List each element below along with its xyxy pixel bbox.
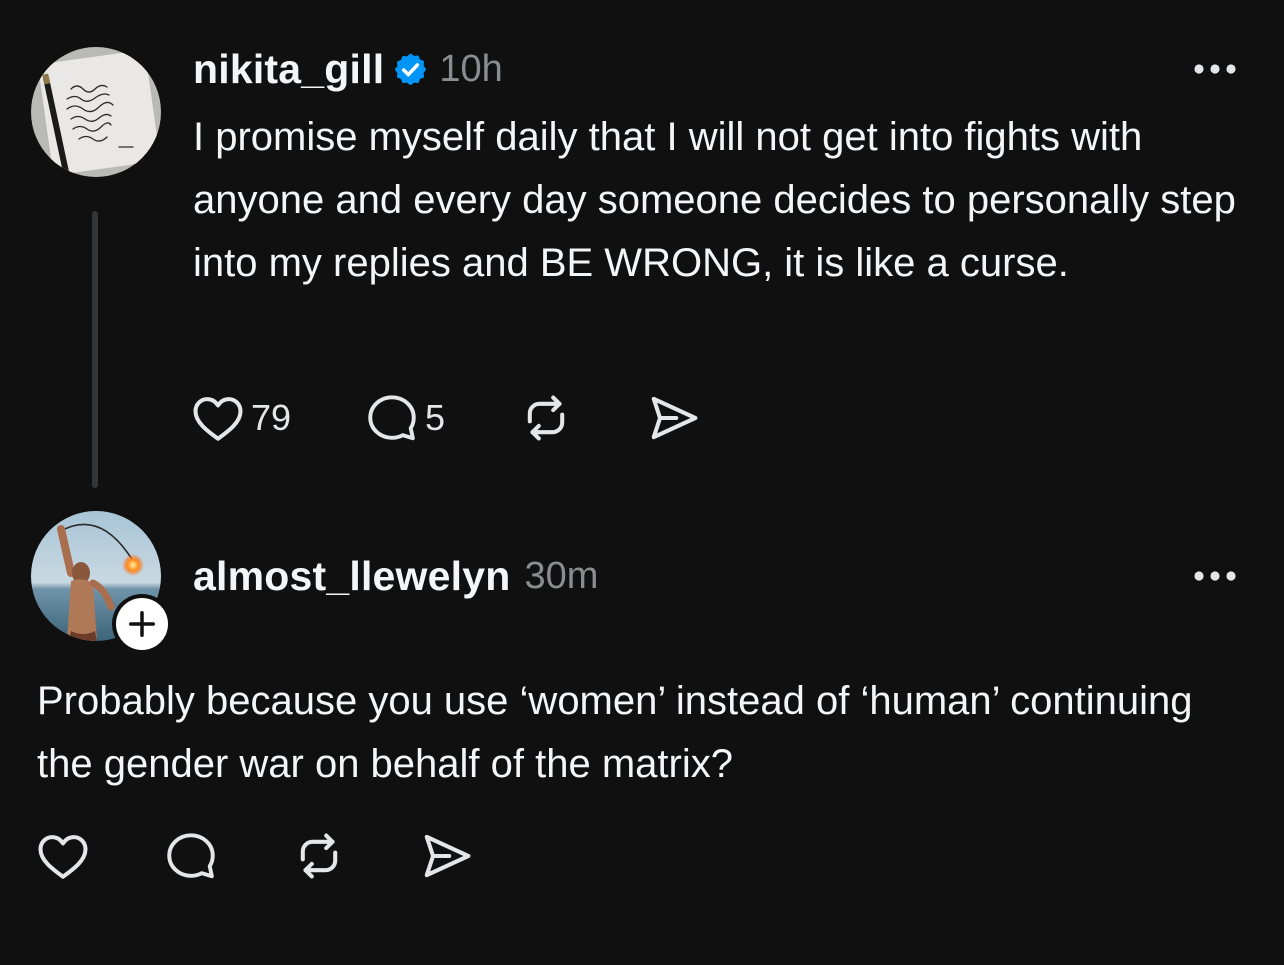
- heart-icon: [193, 397, 243, 441]
- timestamp: 10h: [439, 47, 503, 90]
- thread-connector-line: [92, 211, 98, 488]
- reply-count: 5: [425, 397, 446, 438]
- repost-icon: [527, 395, 565, 441]
- avatar-image: [31, 47, 161, 177]
- like-count: 79: [251, 397, 292, 438]
- share-button[interactable]: [647, 391, 701, 445]
- ellipsis-icon: [1194, 571, 1236, 581]
- post-text: I promise myself daily that I will not g…: [193, 115, 1236, 285]
- like-button[interactable]: [36, 831, 90, 881]
- speech-bubble-icon: [368, 395, 416, 441]
- reply-text: Probably because you use ‘women’ instead…: [37, 679, 1193, 786]
- repost-icon: [300, 833, 338, 879]
- send-icon: [424, 834, 471, 878]
- username[interactable]: nikita_gill: [193, 46, 384, 93]
- more-options-button[interactable]: [1190, 54, 1240, 84]
- like-button[interactable]: 79: [191, 393, 291, 443]
- avatar-nikita-gill[interactable]: [31, 47, 161, 177]
- verified-badge-icon: [392, 51, 429, 88]
- plus-icon: [129, 611, 155, 637]
- post-header: nikita_gill 10h: [193, 44, 503, 94]
- username[interactable]: almost_llewelyn: [193, 553, 510, 600]
- repost-button[interactable]: [292, 829, 346, 883]
- timestamp: 30m: [524, 554, 599, 597]
- post-actions: [36, 828, 474, 884]
- post-actions: 79 5: [191, 390, 701, 446]
- more-options-button[interactable]: [1190, 561, 1240, 591]
- ellipsis-icon: [1194, 64, 1236, 74]
- reply-button[interactable]: [164, 831, 218, 881]
- follow-button-circle: [116, 598, 168, 650]
- send-icon: [651, 396, 698, 440]
- follow-button[interactable]: [112, 594, 172, 654]
- share-button[interactable]: [420, 829, 474, 883]
- speech-bubble-icon: [167, 833, 215, 879]
- post-header: almost_llewelyn 30m: [193, 551, 598, 601]
- reply-button[interactable]: 5: [365, 393, 445, 443]
- repost-button[interactable]: [519, 391, 573, 445]
- heart-icon: [38, 835, 88, 879]
